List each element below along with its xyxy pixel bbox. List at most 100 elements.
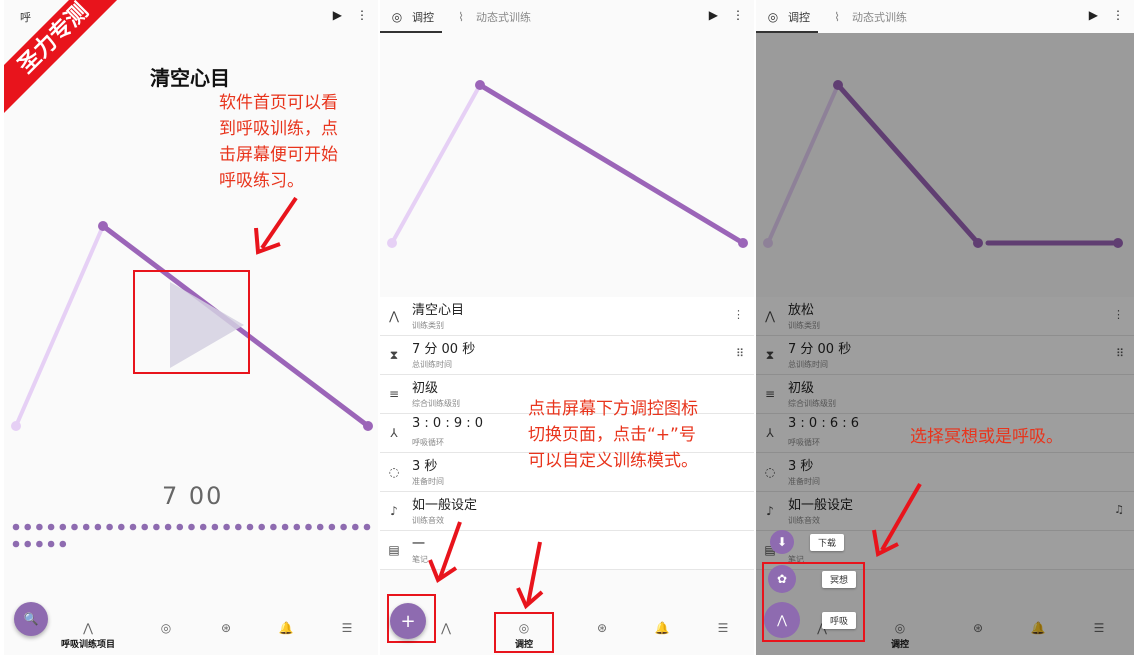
progress-dot xyxy=(47,540,55,548)
progress-dot xyxy=(12,523,20,531)
nav-compass[interactable]: ⊛ xyxy=(196,615,256,655)
lungs-icon: ⋀ xyxy=(441,621,451,635)
settings-row[interactable]: ⋀ 清空心目训练类别 ⋮ xyxy=(380,297,754,336)
breathing-wave-graph[interactable] xyxy=(380,0,754,300)
progress-dot xyxy=(12,540,20,548)
progress-dot xyxy=(36,540,43,548)
progress-dot xyxy=(188,523,195,531)
annotation-line: 切换页面，点击“+”号 xyxy=(528,425,696,445)
progress-dot xyxy=(352,523,359,531)
download-icon: ⬇ xyxy=(770,530,794,554)
progress-dot xyxy=(258,523,265,531)
annotation-line: 可以自定义训练模式。 xyxy=(528,451,698,471)
annotation-line: 软件首页可以看 xyxy=(219,93,338,113)
nav-settings[interactable]: ☰ xyxy=(317,615,377,655)
annotation-line: 点击屏幕下方调控图标 xyxy=(528,399,698,419)
nav-control[interactable]: ◎ 调控 xyxy=(494,615,554,655)
progress-dot xyxy=(164,523,172,531)
row-action-icon[interactable]: ⠿ xyxy=(736,347,744,360)
row-value: 清空心目 xyxy=(412,303,465,318)
nav-breath-training[interactable]: ⋀ xyxy=(416,615,476,655)
highlight-box xyxy=(133,270,250,374)
bottom-nav: ⋀ ◎ 调控 ⊛ 🔔 ☰ xyxy=(380,615,754,655)
bell-icon: 🔔 xyxy=(654,621,670,635)
annotation-text: 选择冥想或是呼吸。 xyxy=(910,427,1063,447)
progress-dot xyxy=(118,523,125,531)
progress-dot xyxy=(129,523,137,531)
row-caption: 训练类别 xyxy=(412,321,444,330)
level-icon: ≡ xyxy=(388,387,400,401)
settings-row[interactable]: ♪ 如一般设定训练音效 xyxy=(380,492,754,531)
dial-icon: ◎ xyxy=(160,621,172,635)
bell-icon: 🔔 xyxy=(278,621,294,635)
nav-settings[interactable]: ☰ xyxy=(693,615,753,655)
annotation-line: 击屏幕便可开始 xyxy=(219,145,338,165)
progress-dot xyxy=(24,540,32,548)
progress-dot xyxy=(363,523,371,531)
progress-dot xyxy=(305,523,312,531)
row-value: 7 分 00 秒 xyxy=(412,342,476,357)
progress-dot xyxy=(281,523,289,531)
settings-row[interactable]: ⧗ 7 分 00 秒总训练时间 ⠿ xyxy=(380,336,754,375)
row-caption: 总训练时间 xyxy=(412,360,452,369)
row-value: 3 : 0 : 9 : 0 xyxy=(412,416,484,431)
nav-reminder[interactable]: 🔔 xyxy=(256,615,316,655)
lungs-icon: ⋀ xyxy=(389,309,399,323)
progress-dot xyxy=(235,523,242,531)
control-screen-panel: ◎ 调控 ⌇ 动态式训练 ▶ ⋮ ⋀ 清空心目 训练类别 ⋮ ⧗ 7 分 00 秒总训练时间 ⠿… xyxy=(380,0,754,655)
progress-dot xyxy=(94,523,102,531)
progress-dot xyxy=(153,523,160,531)
session-timer: 7 00 xyxy=(162,482,224,510)
compass-icon: ⊛ xyxy=(596,621,608,635)
progress-dot xyxy=(71,523,78,531)
row-value: 3 秒 xyxy=(412,459,438,474)
speed-dial-panel: ◎ 调控 ⌇ 动态式训练 ▶ ⋮ ⋀ 放松 训练类别 ⋮ ⧗ 7 分 00 秒总训练时间 ⠿ ≡ 初… xyxy=(756,0,1134,655)
lungs-icon: ⋀ xyxy=(83,621,93,635)
progress-dot xyxy=(199,523,207,531)
progress-dot xyxy=(328,523,336,531)
row-caption: 训练音效 xyxy=(412,516,444,525)
progress-dot xyxy=(141,523,148,531)
settings-row[interactable]: ▤ 一笔记 xyxy=(380,531,754,570)
progress-dot xyxy=(59,523,67,531)
sliders-icon: ☰ xyxy=(717,621,729,635)
progress-dot xyxy=(246,523,254,531)
annotation-line: 呼吸练习。 xyxy=(219,171,304,191)
progress-dot xyxy=(293,523,301,531)
row-caption: 准备时间 xyxy=(412,477,444,486)
dial-icon: ◎ xyxy=(518,621,530,635)
progress-dot xyxy=(47,523,55,531)
speed-dial-download[interactable]: ⬇ 下载 xyxy=(770,530,845,554)
row-caption: 综合训练级别 xyxy=(412,399,460,408)
bottom-nav: ⋀ 呼吸训练项目 ◎ ⊛ 🔔 ☰ xyxy=(4,615,378,655)
row-action-icon[interactable]: ⋮ xyxy=(733,308,744,321)
music-note-icon: ♪ xyxy=(390,504,398,518)
loading-icon: ◌ xyxy=(388,465,400,479)
exercise-title: 清空心目 xyxy=(150,66,230,90)
compass-icon: ⊛ xyxy=(220,621,232,635)
annotation-text: 软件首页可以看 到呼吸训练，点 击屏幕便可开始 呼吸练习。 xyxy=(219,90,338,194)
progress-dot xyxy=(82,523,90,531)
progress-dot xyxy=(176,523,184,531)
note-icon: ▤ xyxy=(388,543,400,557)
annotation-text: 点击屏幕下方调控图标 切换页面，点击“+”号 可以自定义训练模式。 xyxy=(528,396,698,474)
progress-dot xyxy=(59,540,67,548)
nav-label: 调控 xyxy=(514,640,533,650)
annotation-line: 到呼吸训练，点 xyxy=(219,119,338,139)
progress-dot xyxy=(270,523,277,531)
progress-dots xyxy=(12,523,371,548)
nav-breath-training[interactable]: ⋀ 呼吸训练项目 xyxy=(58,615,118,655)
nav-label: 呼吸训练项目 xyxy=(60,640,115,650)
cycle-icon: ⅄ xyxy=(390,426,398,440)
progress-dot xyxy=(24,523,32,531)
nav-control[interactable]: ◎ xyxy=(136,615,196,655)
progress-dot xyxy=(223,523,230,531)
row-value: 初级 xyxy=(412,381,439,396)
highlight-box xyxy=(762,562,865,642)
progress-dot xyxy=(36,523,43,531)
nav-reminder[interactable]: 🔔 xyxy=(632,615,692,655)
progress-dot xyxy=(316,523,324,531)
row-value: 如一般设定 xyxy=(412,498,478,513)
nav-compass[interactable]: ⊛ xyxy=(572,615,632,655)
row-value: 一 xyxy=(412,537,426,552)
